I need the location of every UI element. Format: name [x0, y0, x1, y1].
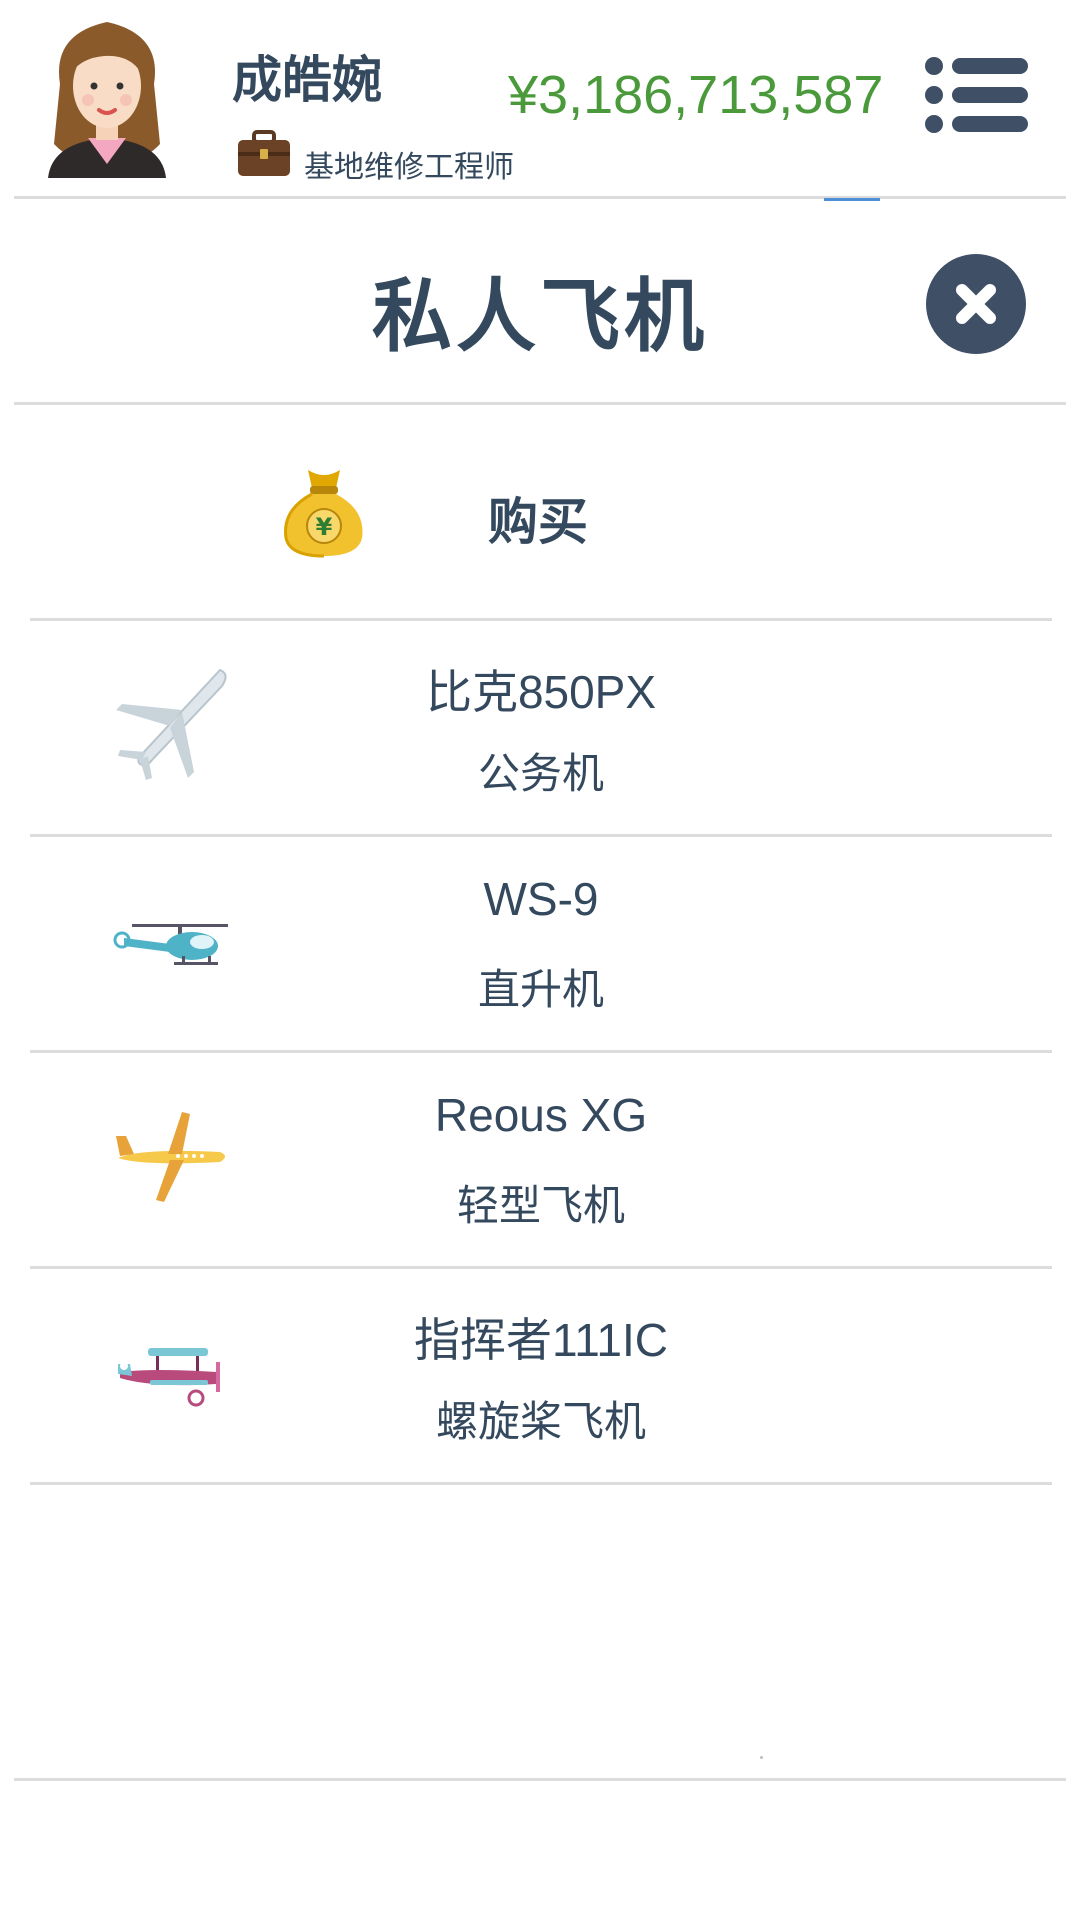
modal-title: 私人飞机	[372, 269, 708, 363]
aircraft-item-helicopter[interactable]: WS-9 直升机	[30, 836, 1052, 1050]
money-bag-icon: ¥	[284, 470, 363, 558]
aircraft-type: 直升机	[477, 965, 604, 1014]
bottom-divider	[14, 1778, 1066, 1781]
briefcase-icon	[238, 130, 290, 176]
decorative-dot	[760, 1756, 763, 1759]
money-balance: ¥3,186,713,587	[508, 65, 884, 125]
top-header: 成皓婉 基地维修工程师 ¥3,186,713,587	[0, 0, 1080, 198]
aircraft-name: Reous XG	[434, 1089, 648, 1141]
close-icon	[956, 284, 996, 324]
aircraft-type: 公务机	[477, 749, 604, 798]
aircraft-item-biplane[interactable]: 指挥者111IC 螺旋桨飞机	[30, 1268, 1052, 1482]
header-divider	[14, 196, 1066, 199]
buy-label: 购买	[488, 492, 588, 551]
tab-indicator	[824, 198, 880, 201]
job-title: 基地维修工程师	[304, 150, 514, 185]
close-button[interactable]	[926, 254, 1026, 354]
hamburger-menu-icon[interactable]	[924, 56, 1028, 134]
row-divider	[30, 1482, 1052, 1485]
buy-section[interactable]: ¥ 购买	[30, 404, 1052, 620]
aircraft-type: 螺旋桨飞机	[435, 1397, 646, 1446]
aircraft-item-light-aircraft[interactable]: Reous XG 轻型飞机	[30, 1052, 1052, 1266]
aircraft-name: WS-9	[483, 873, 599, 925]
avatar[interactable]	[42, 14, 172, 178]
aircraft-type: 轻型飞机	[456, 1181, 625, 1230]
aircraft-name: 比克850PX	[425, 666, 657, 718]
user-name: 成皓婉	[232, 50, 382, 109]
aircraft-item-jet[interactable]: 比克850PX 公务机	[30, 620, 1052, 834]
svg-text:¥: ¥	[316, 513, 333, 541]
aircraft-name: 指挥者111IC	[414, 1314, 668, 1366]
